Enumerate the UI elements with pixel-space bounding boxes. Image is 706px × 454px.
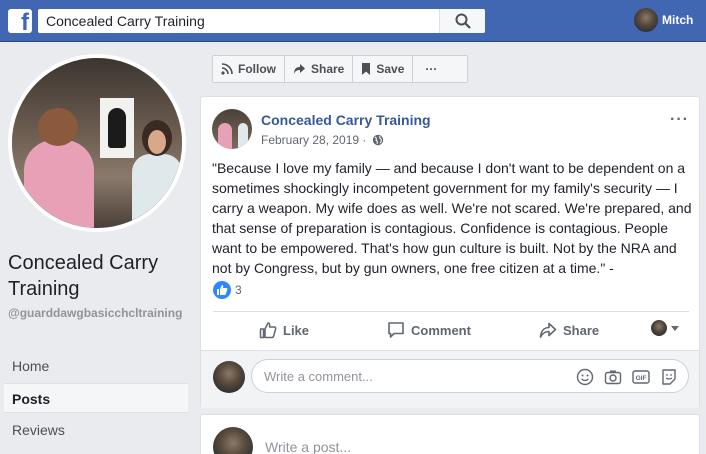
search-box[interactable]: Concealed Carry Training bbox=[38, 9, 485, 33]
like-reaction-icon bbox=[213, 281, 231, 299]
sidebar-item-reviews[interactable]: Reviews bbox=[4, 415, 188, 445]
search-input[interactable]: Concealed Carry Training bbox=[46, 13, 205, 29]
post-as-selector[interactable] bbox=[651, 320, 679, 336]
comment-input[interactable]: Write a comment... GIF bbox=[251, 359, 689, 393]
thumbs-up-icon bbox=[259, 322, 277, 339]
divider bbox=[213, 311, 689, 312]
comment-button[interactable]: Comment bbox=[387, 321, 471, 339]
like-label: Like bbox=[283, 322, 310, 338]
post-options-button[interactable]: ··· bbox=[670, 111, 689, 129]
reactions-summary[interactable]: 3 bbox=[213, 281, 242, 299]
meta-separator: · bbox=[359, 133, 370, 147]
comment-composer: Write a comment... GIF bbox=[201, 350, 699, 408]
svg-text:GIF: GIF bbox=[636, 375, 647, 382]
like-button[interactable]: Like bbox=[259, 321, 309, 339]
follow-label: Follow bbox=[238, 62, 276, 76]
share-arrow-icon bbox=[539, 322, 557, 338]
shooting-target bbox=[100, 98, 134, 158]
share-label: Share bbox=[563, 322, 600, 338]
post-meta: February 28, 2019 · bbox=[261, 133, 384, 147]
top-bar: f Concealed Carry Training Mitch bbox=[0, 0, 706, 42]
post-composer: Write a post... bbox=[200, 414, 700, 454]
avatar bbox=[651, 320, 667, 336]
post-date[interactable]: February 28, 2019 bbox=[261, 133, 359, 147]
share-arrow-icon bbox=[294, 64, 305, 74]
share-label: Share bbox=[311, 62, 345, 76]
sticker-icon[interactable] bbox=[660, 368, 678, 386]
logo-letter: f bbox=[21, 9, 29, 36]
post-actions: Like Comment Share bbox=[213, 313, 689, 347]
search-icon bbox=[455, 13, 471, 29]
chevron-down-icon bbox=[671, 325, 679, 331]
sidebar-item-home[interactable]: Home bbox=[4, 351, 188, 381]
emoji-icon[interactable] bbox=[576, 368, 594, 386]
person-left bbox=[24, 108, 94, 228]
page-handle[interactable]: @guarddawgbasicchcltraining bbox=[8, 305, 188, 321]
person-right bbox=[132, 120, 182, 228]
globe-icon[interactable] bbox=[372, 134, 384, 146]
page-title: Concealed Carry Training bbox=[8, 252, 159, 300]
gif-icon[interactable]: GIF bbox=[632, 368, 650, 386]
post-card: Concealed Carry Training February 28, 20… bbox=[200, 96, 700, 408]
profile-link[interactable]: Mitch bbox=[634, 8, 693, 34]
rss-icon bbox=[221, 63, 233, 75]
post-text: "Because I love my family — and because … bbox=[212, 160, 692, 276]
comment-tools: GIF bbox=[566, 368, 678, 386]
comment-bubble-icon bbox=[388, 322, 404, 338]
share-post-button[interactable]: Share bbox=[539, 321, 599, 339]
search-button[interactable] bbox=[439, 9, 485, 33]
page-action-bar: Follow Share Save ··· bbox=[212, 55, 468, 83]
bookmark-icon bbox=[362, 63, 371, 75]
share-button[interactable]: Share bbox=[285, 56, 354, 82]
comment-placeholder: Write a comment... bbox=[264, 369, 373, 384]
save-label: Save bbox=[376, 62, 405, 76]
avatar bbox=[634, 8, 658, 32]
avatar bbox=[213, 361, 245, 393]
write-post-input[interactable]: Write a post... bbox=[265, 439, 351, 454]
user-name[interactable]: Mitch bbox=[662, 13, 693, 27]
comment-label: Comment bbox=[411, 322, 471, 338]
avatar bbox=[213, 427, 253, 454]
follow-button[interactable]: Follow bbox=[213, 56, 285, 82]
sidebar-item-posts[interactable]: Posts bbox=[4, 383, 188, 413]
post-author-avatar[interactable] bbox=[212, 109, 252, 149]
more-options-button[interactable]: ··· bbox=[413, 56, 449, 82]
page-profile-picture[interactable] bbox=[8, 54, 186, 232]
post-author-name[interactable]: Concealed Carry Training bbox=[261, 112, 431, 128]
facebook-logo-icon[interactable]: f bbox=[8, 9, 32, 36]
reaction-count: 3 bbox=[235, 283, 242, 297]
camera-icon[interactable] bbox=[604, 368, 622, 386]
save-button[interactable]: Save bbox=[353, 56, 414, 82]
